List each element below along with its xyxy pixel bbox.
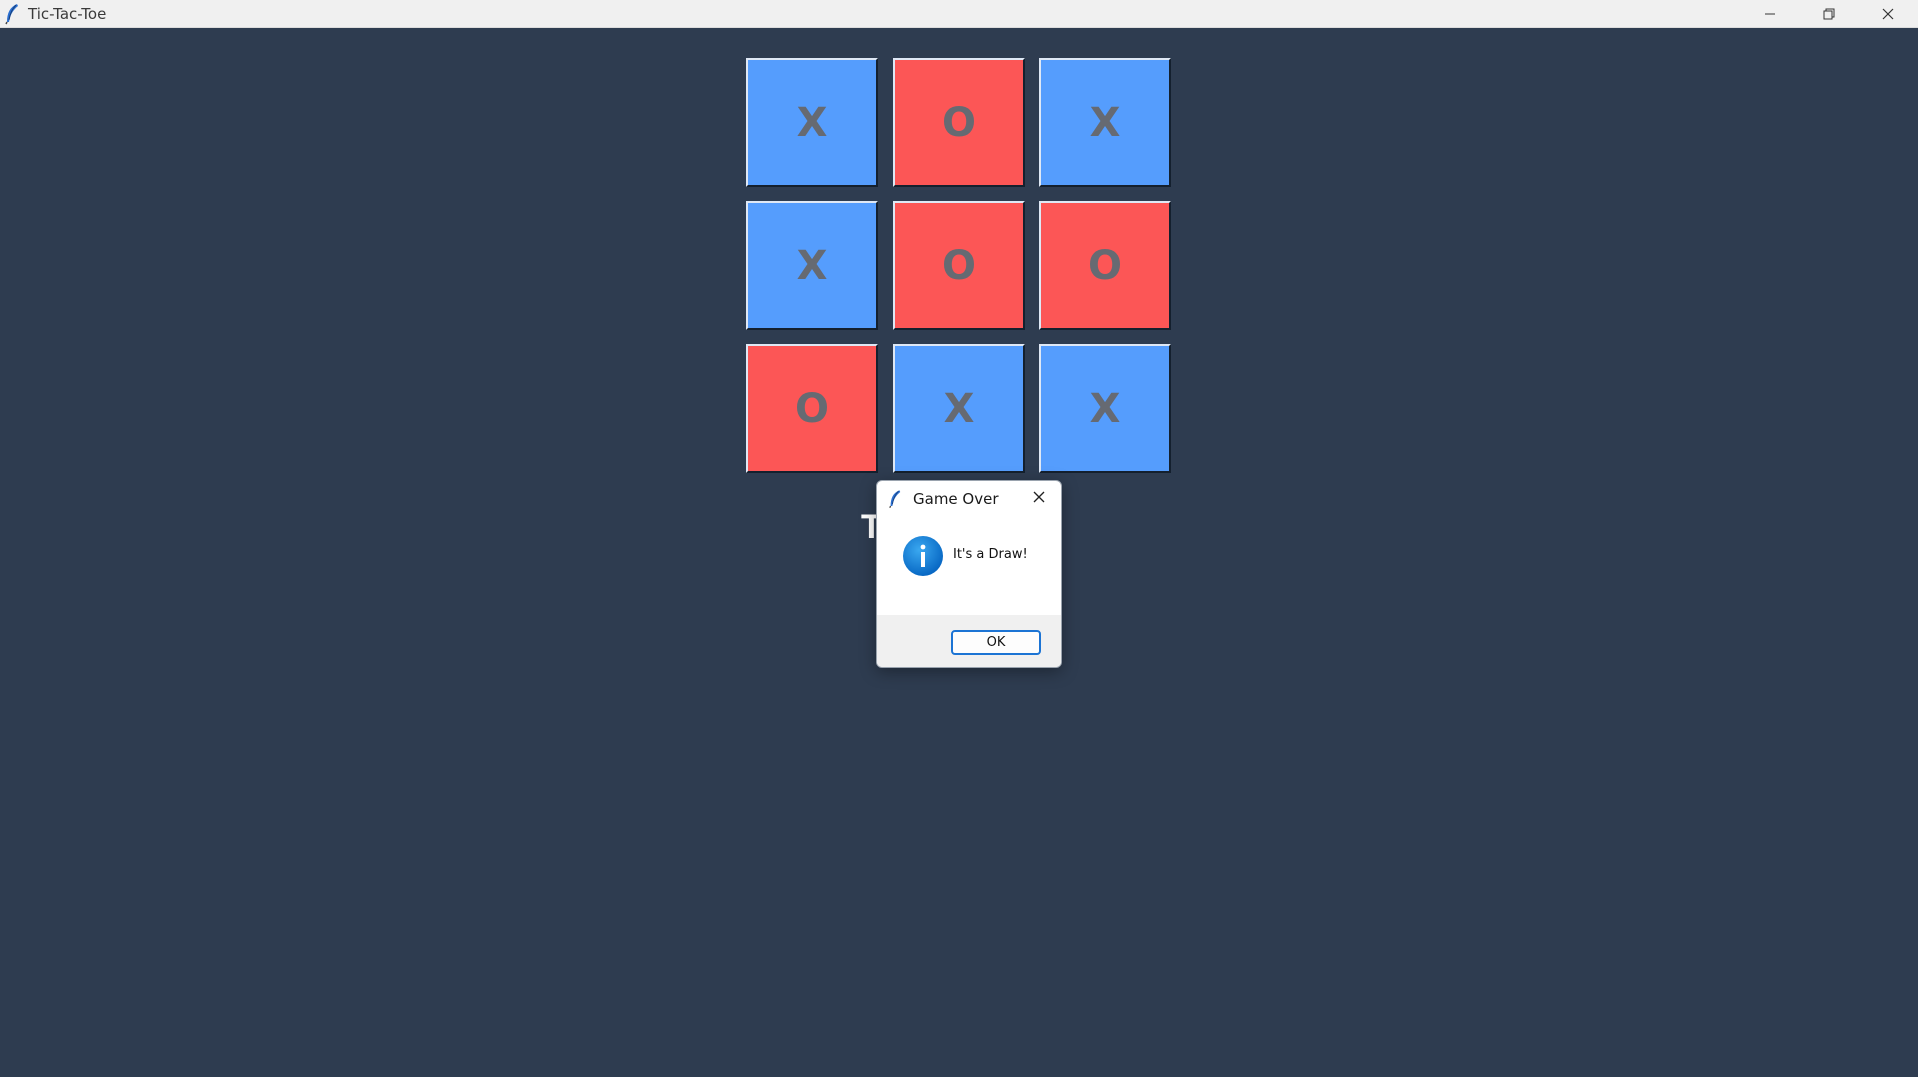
dialog-close-button[interactable] [1027,488,1051,510]
restore-button[interactable] [1800,0,1858,27]
minimize-button[interactable] [1741,0,1799,27]
dialog-message: It's a Draw! [953,547,1028,562]
restore-icon [1823,8,1835,20]
board-cell[interactable]: O [893,201,1025,330]
info-icon [902,535,944,577]
ok-button[interactable]: OK [951,630,1041,655]
game-over-dialog: Game Over It's a Draw! OK [876,480,1062,668]
board-cell[interactable]: X [893,344,1025,473]
board-cell[interactable]: O [893,58,1025,187]
window-title: Tic-Tac-Toe [28,5,107,23]
close-button[interactable] [1859,0,1917,27]
window-titlebar: Tic-Tac-Toe [0,0,1918,28]
board-cell[interactable]: X [1039,344,1171,473]
close-icon [1882,8,1894,20]
board-cell[interactable]: X [746,201,878,330]
dialog-title: Game Over [913,490,999,508]
board-cell[interactable]: O [746,344,878,473]
board-cell[interactable]: X [1039,58,1171,187]
board-cell[interactable]: O [1039,201,1171,330]
feather-icon [888,489,902,509]
dialog-footer: OK [877,615,1061,667]
game-board: X O X X O O O X X [746,58,1172,474]
close-icon [1032,490,1046,509]
dialog-body: It's a Draw! [877,517,1061,615]
feather-icon [4,3,20,25]
board-cell[interactable]: X [746,58,878,187]
dialog-titlebar: Game Over [877,481,1061,517]
minimize-icon [1764,8,1776,20]
